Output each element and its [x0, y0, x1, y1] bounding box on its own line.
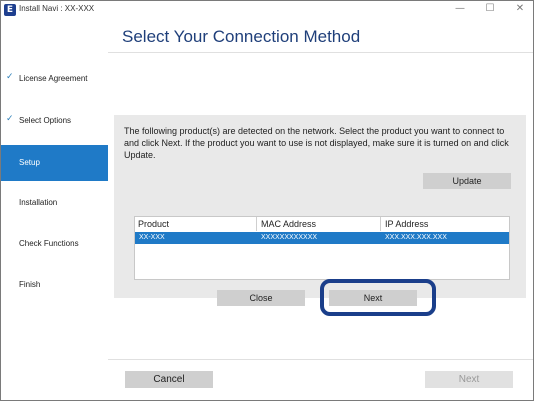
heading-divider [108, 52, 533, 53]
table-header: Product MAC Address IP Address [135, 217, 509, 231]
checkmark-icon: ✓ [6, 72, 14, 82]
cell-mac: XXXXXXXXXXXX [261, 234, 318, 241]
window-title: Install Navi : XX-XXX [19, 4, 95, 13]
step-label: Setup [19, 158, 40, 167]
title-bar: E Install Navi : XX-XXX — ☐ ✕ [1, 1, 533, 19]
app-icon: E [4, 4, 16, 16]
minimize-icon[interactable]: — [447, 1, 473, 17]
step-finish: Finish [1, 275, 108, 295]
close-button[interactable]: Close [217, 290, 305, 306]
step-license-agreement: ✓ License Agreement [1, 69, 108, 89]
step-label: License Agreement [19, 74, 88, 83]
steps-sidebar: ✓ License Agreement ✓ Select Options Set… [1, 19, 108, 400]
column-divider[interactable] [380, 217, 381, 231]
step-check-functions: Check Functions [1, 234, 108, 254]
main-content: Select Your Connection Method The follow… [108, 19, 533, 400]
step-label: Installation [19, 198, 58, 207]
footer-divider [108, 359, 533, 360]
cell-ip: XXX.XXX.XXX.XXX [385, 234, 447, 241]
step-label: Check Functions [19, 239, 79, 248]
active-step-arrow [94, 145, 108, 181]
step-select-options: ✓ Select Options [1, 111, 108, 131]
product-table: Product MAC Address IP Address XX-XXX XX… [134, 216, 510, 280]
column-header-ip[interactable]: IP Address [385, 219, 428, 229]
step-setup: Setup [1, 145, 108, 181]
update-button[interactable]: Update [423, 173, 511, 189]
step-installation: Installation [1, 193, 108, 213]
table-row[interactable]: XX-XXX XXXXXXXXXXXX XXX.XXX.XXX.XXX [135, 232, 509, 244]
step-label: Finish [19, 280, 41, 289]
panel-next-button[interactable]: Next [329, 290, 417, 306]
close-icon[interactable]: ✕ [507, 1, 533, 17]
installer-window: E Install Navi : XX-XXX — ☐ ✕ ✓ License … [0, 0, 534, 401]
column-divider[interactable] [256, 217, 257, 231]
instructions-text: The following product(s) are detected on… [124, 126, 509, 160]
column-header-mac[interactable]: MAC Address [261, 219, 316, 229]
detected-products-panel: The following product(s) are detected on… [114, 115, 526, 316]
cell-product: XX-XXX [139, 234, 165, 241]
footer-next-button[interactable]: Next [425, 371, 513, 388]
cancel-button[interactable]: Cancel [125, 371, 213, 388]
column-header-product[interactable]: Product [138, 219, 169, 229]
page-title: Select Your Connection Method [122, 27, 361, 46]
heading-bar: Select Your Connection Method [108, 19, 533, 55]
step-label: Select Options [19, 116, 72, 125]
maximize-icon[interactable]: ☐ [477, 1, 503, 17]
checkmark-icon: ✓ [6, 114, 14, 124]
